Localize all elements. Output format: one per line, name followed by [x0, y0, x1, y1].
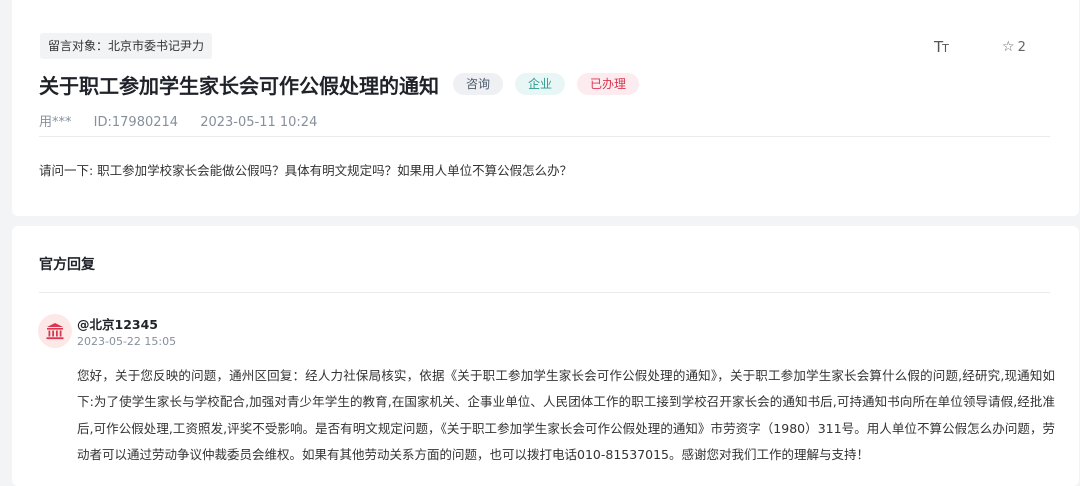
question-body: 请问一下: 职工参加学校家长会能做公假吗？具体有明文规定吗？如果用人单位不算公假… [39, 163, 573, 178]
title-row: 关于职工参加学生家长会可作公假处理的通知 咨询 企业 已办理 [39, 68, 640, 100]
divider [39, 136, 1050, 137]
reply-datetime: 2023-05-22 15:05 [77, 335, 177, 348]
font-size-icon[interactable]: TT [934, 38, 949, 56]
post-datetime: 2023-05-11 10:24 [200, 115, 318, 130]
responder-name[interactable]: @北京12345 [77, 314, 158, 333]
question-meta: 用*** ID:17980214 2023-05-11 10:24 [39, 111, 335, 130]
page-title: 关于职工参加学生家长会可作公假处理的通知 [39, 73, 439, 98]
star-icon: ☆ [1002, 39, 1015, 55]
question-card: 留言对象：北京市委书记尹力 TT ☆ 2 关于职工参加学生家长会可作公假处理的通知… [12, 0, 1079, 216]
avatar [38, 314, 72, 348]
tag-enterprise: 企业 [515, 73, 566, 95]
government-building-icon [46, 323, 64, 340]
section-title: 官方回复 [39, 257, 95, 273]
favorite-button[interactable]: ☆ 2 [1002, 39, 1026, 55]
author-name: 用*** [39, 115, 72, 130]
status-badge: 已办理 [577, 73, 640, 95]
favorite-count: 2 [1017, 40, 1026, 55]
official-reply-card: 官方回复 @北京12345 2023-05-22 15:05 您好，关于您反映的… [12, 226, 1079, 486]
reply-body: 您好，关于您反映的问题，通州区回复：经人力社保局核实，依据《关于职工参加学生家长… [77, 368, 1055, 462]
tag-consult: 咨询 [453, 73, 504, 95]
divider [39, 292, 1050, 293]
message-id: ID:17980214 [93, 115, 179, 130]
message-target-chip: 留言对象：北京市委书记尹力 [40, 33, 213, 59]
